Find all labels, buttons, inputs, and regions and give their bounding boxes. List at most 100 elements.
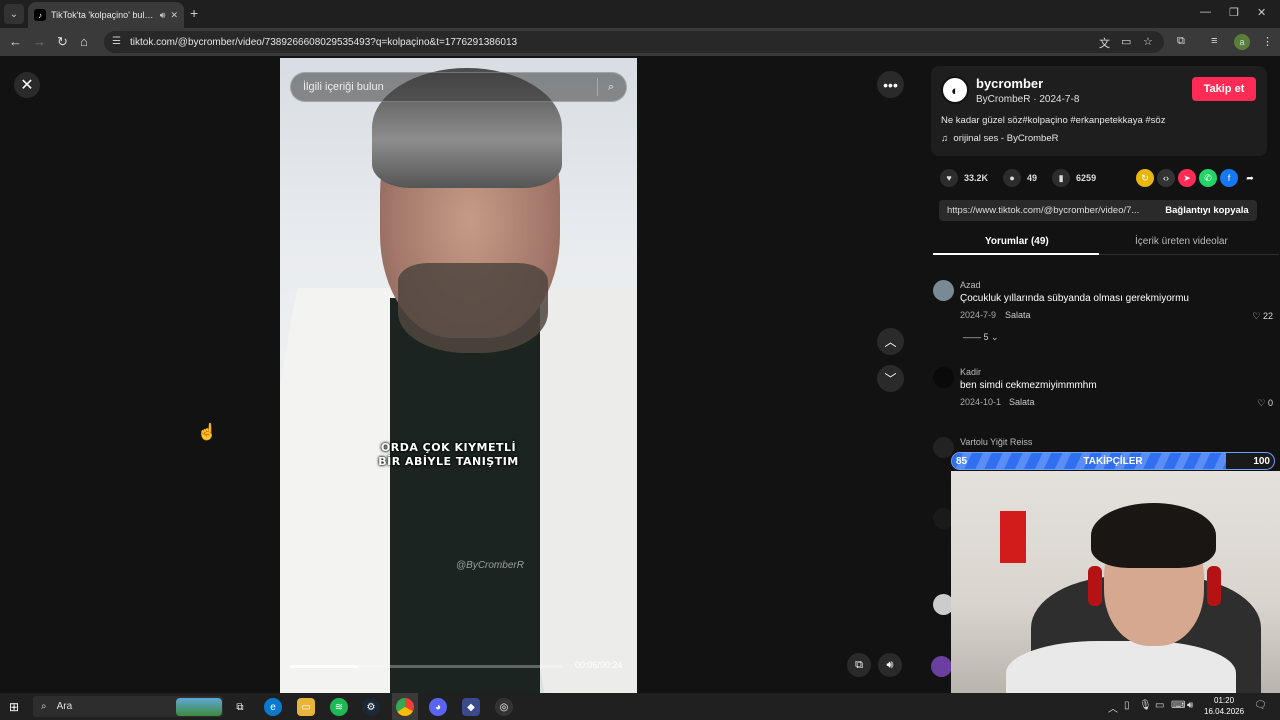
bookmark-star-icon[interactable]: ☆ (1143, 35, 1153, 48)
commenter-name[interactable]: Azad (960, 280, 981, 290)
system-clock[interactable]: 01:20 16.04.2026 (1204, 695, 1244, 717)
microphone-icon[interactable]: 🎙︎ (1139, 700, 1152, 711)
view-replies-button[interactable]: —— 5 ⌄ (963, 332, 999, 343)
volume-tray-icon[interactable]: 🔊︎ (1187, 700, 1193, 711)
chrome-icon[interactable] (396, 698, 414, 716)
tab-comments[interactable]: Yorumlar (49) (985, 236, 1049, 247)
tab-search-icon[interactable]: ⌄ (4, 4, 24, 24)
menu-kebab-icon[interactable]: ⋮ (1262, 35, 1273, 48)
new-tab-icon[interactable]: + (190, 6, 198, 20)
comment-icon[interactable]: ● (1003, 169, 1022, 187)
heart-outline-icon: ♡ (1257, 398, 1266, 408)
save-count: 6259 (1076, 173, 1097, 183)
comment-text: ben simdi cekmezmiyimmmhm (960, 380, 1097, 391)
copy-link-button[interactable]: Bağlantıyı kopyala (1157, 205, 1257, 216)
url-text: tiktok.com/@bycromber/video/738926660802… (130, 36, 518, 48)
music-line[interactable]: ♫ orijinal ses - ByCrombeR (941, 133, 1058, 144)
video-progress-fill (290, 665, 358, 668)
comment-item: Azad Çocukluk yıllarında sübyanda olması… (933, 280, 1273, 343)
restore-icon[interactable]: ❐ (1229, 6, 1239, 19)
previous-video-button[interactable]: ︿ (877, 328, 904, 355)
profile-avatar[interactable]: a (1234, 34, 1250, 50)
video-progress-bar[interactable] (290, 665, 562, 668)
minimize-icon[interactable]: — (1200, 6, 1211, 18)
commenter-avatar[interactable] (933, 280, 954, 301)
widgets-icon[interactable] (176, 698, 222, 716)
comment-text: Çocukluk yıllarında sübyanda olması gere… (960, 293, 1189, 304)
heart-icon[interactable]: ♥ (940, 169, 958, 187)
active-tab-underline (933, 253, 1099, 255)
close-tab-icon[interactable]: ✕ (170, 10, 178, 21)
close-video-button[interactable]: ✕ (14, 72, 40, 98)
forward-icon[interactable]: → (33, 34, 46, 50)
engagement-actions: ♥ 33.2K ● 49 ▮ 6259 (940, 168, 1111, 188)
heart-outline-icon: ♡ (1252, 311, 1261, 321)
search-icon[interactable]: ⌕ (608, 81, 614, 94)
share-arrow-icon[interactable]: ➦ (1241, 169, 1259, 187)
discord-icon[interactable]: ◕ (429, 698, 447, 716)
edge-icon[interactable]: e (264, 698, 282, 716)
repost-icon[interactable]: ↻ (1136, 169, 1154, 187)
cast-icon[interactable]: ▭ (1121, 35, 1131, 48)
home-icon[interactable]: ⌂ (80, 34, 88, 50)
commenter-avatar[interactable] (933, 437, 954, 458)
whatsapp-icon[interactable]: ✆ (1199, 169, 1217, 187)
translate-icon[interactable]: 文 (1099, 35, 1110, 51)
tray-device-icon[interactable]: ▯ (1124, 700, 1130, 711)
follow-button[interactable]: Takip et (1192, 77, 1256, 101)
picture-in-picture-icon[interactable]: ⧉ (847, 653, 871, 677)
comment-like[interactable]: ♡ 0 (1257, 398, 1273, 409)
app-diamond-icon[interactable]: ◆ (462, 698, 480, 716)
commenter-avatar[interactable] (933, 367, 954, 388)
address-toolbar: ← → ↻ ⌂ ☰ tiktok.com/@bycromber/video/73… (0, 28, 1280, 56)
video-watermark: @ByCromberR (456, 560, 524, 571)
next-video-button[interactable]: ﹀ (877, 365, 904, 392)
tiktok-icon: ♪ (34, 9, 46, 21)
network-icon[interactable]: ⌨ (1171, 700, 1185, 711)
video-player[interactable]: İlgili içeriği bulun ⌕ ORDA ÇOK KIYMETLİ… (280, 58, 637, 693)
author-username[interactable]: bycromber (976, 76, 1043, 91)
comment-like-count: 0 (1267, 398, 1273, 408)
task-view-icon[interactable]: ⧉ (231, 698, 249, 716)
tray-display-icon[interactable]: ▭ (1155, 700, 1164, 711)
comment-like[interactable]: ♡ 22 (1252, 311, 1273, 322)
author-avatar[interactable]: ◐ (941, 76, 969, 104)
reload-icon[interactable]: ↻ (57, 34, 68, 50)
more-options-button[interactable]: ••• (877, 71, 904, 98)
commenter-avatar[interactable] (931, 656, 952, 677)
facebook-icon[interactable]: f (1220, 169, 1238, 187)
flag-in-background (1000, 511, 1026, 563)
steam-icon[interactable]: ⚙ (362, 698, 380, 716)
music-title: orijinal ses - ByCrombeR (953, 133, 1059, 144)
related-search-input[interactable]: İlgili içeriği bulun ⌕ (290, 72, 627, 102)
file-explorer-icon[interactable]: ▭ (297, 698, 315, 716)
share-link-text[interactable]: https://www.tiktok.com/@bycromber/video/… (947, 205, 1157, 216)
reply-button[interactable]: Salata (1005, 310, 1031, 320)
caption-line-1: ORDA ÇOK KIYMETLİ (380, 441, 517, 454)
url-field[interactable]: ☰ tiktok.com/@bycromber/video/7389266608… (104, 31, 1164, 53)
site-info-icon[interactable]: ☰ (112, 36, 121, 47)
notification-icon[interactable]: 🗨︎ (1254, 700, 1267, 711)
media-icon[interactable]: ≡ (1211, 35, 1217, 47)
author-display-name: ByCrombeR (976, 94, 1031, 105)
extensions-icon[interactable]: ⧉ (1177, 35, 1185, 48)
video-caption: ORDA ÇOK KIYMETLİ BİR ABİYLE TANIŞTIM (280, 441, 637, 469)
close-window-icon[interactable]: ✕ (1257, 6, 1266, 19)
bookmark-icon[interactable]: ▮ (1052, 169, 1071, 187)
embed-icon[interactable]: ‹› (1157, 169, 1175, 187)
send-icon[interactable]: ➤ (1178, 169, 1196, 187)
headset-left (1088, 566, 1102, 606)
commenter-name[interactable]: Kadir (960, 367, 981, 377)
panel-tabs: Yorumlar (49) İçerik üreten videolar (933, 228, 1279, 255)
browser-tab[interactable]: ♪ TikTok'ta 'kolpaçino' bulab... 🔊︎ ✕ (28, 2, 184, 28)
tray-chevron-icon[interactable]: ︿ (1108, 700, 1118, 715)
spotify-icon[interactable]: ≋ (330, 698, 348, 716)
windows-start-icon[interactable]: ⊞ (9, 700, 19, 714)
volume-icon[interactable]: 🔊︎ (878, 653, 902, 677)
tab-creator-videos[interactable]: İçerik üreten videolar (1135, 236, 1228, 247)
back-icon[interactable]: ← (9, 34, 22, 50)
commenter-name[interactable]: Vartolu Yiğit Reiss (960, 437, 1032, 447)
obs-icon[interactable]: ◎ (495, 698, 513, 716)
reply-button[interactable]: Salata (1009, 397, 1035, 407)
speaker-icon[interactable]: 🔊︎ (160, 10, 166, 21)
